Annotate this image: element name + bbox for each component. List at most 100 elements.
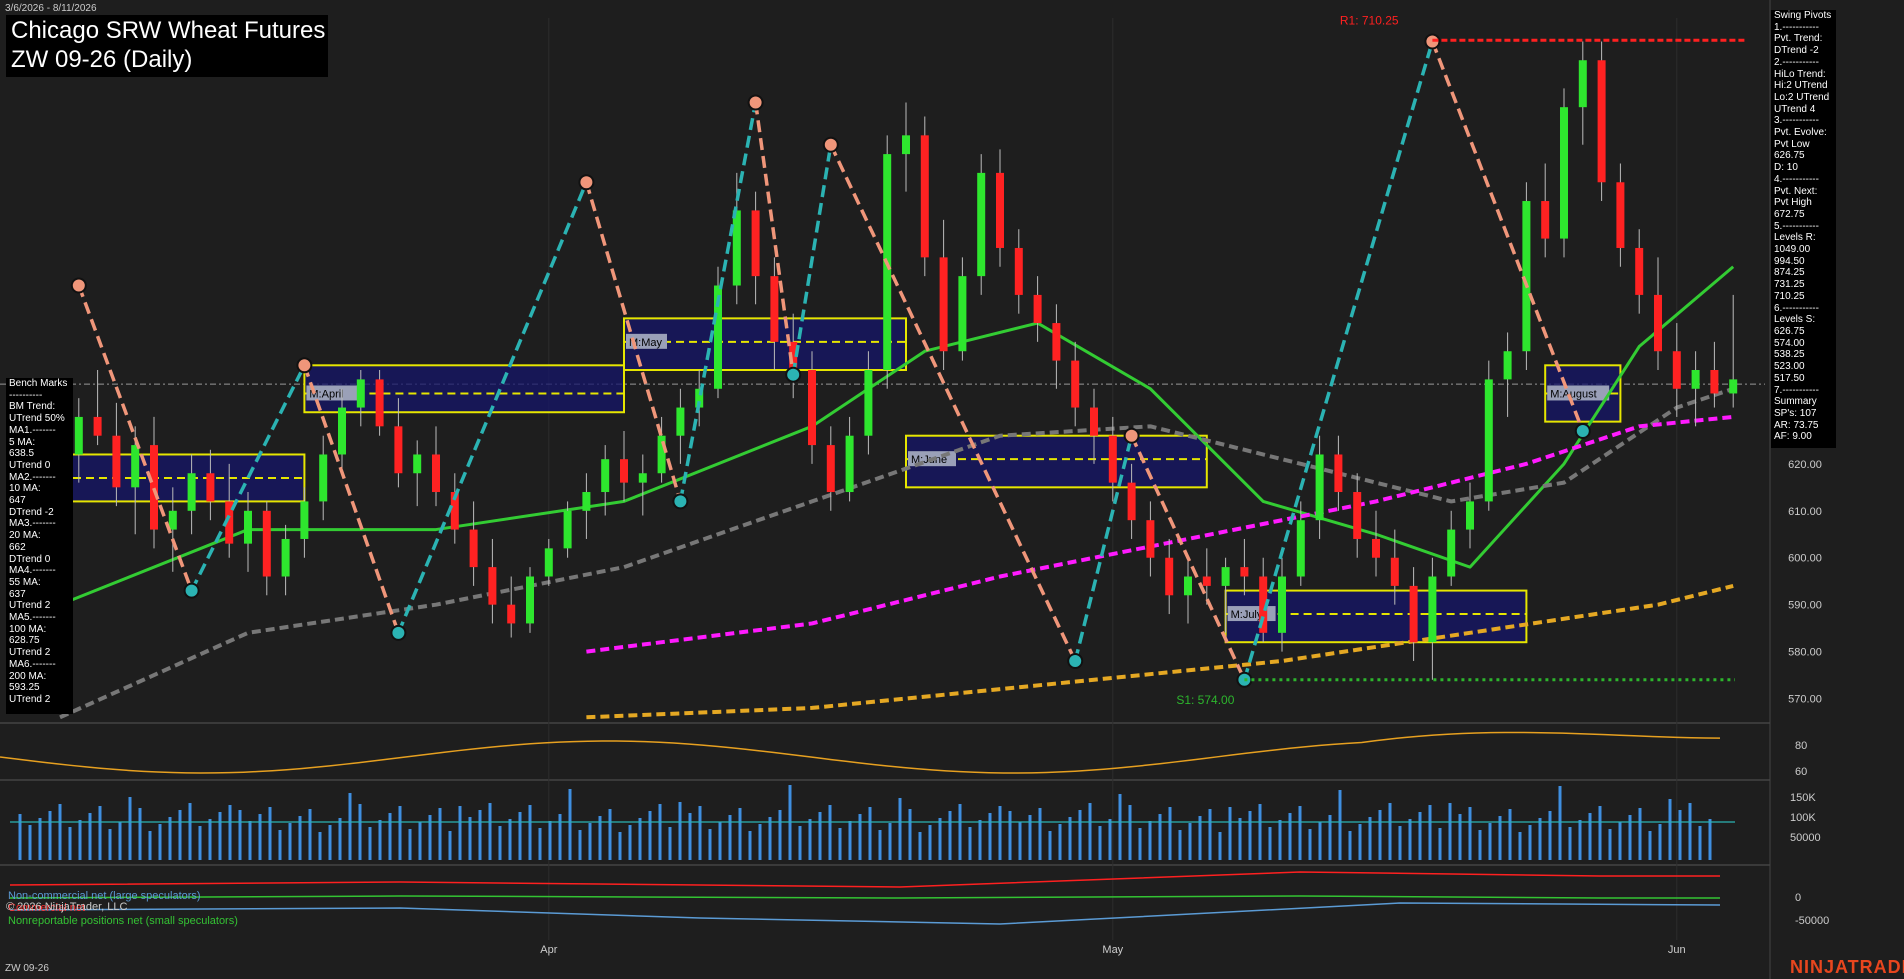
panel-line: 5.----------- <box>1774 220 1819 232</box>
candle-body <box>1466 501 1474 530</box>
candle-body <box>394 426 403 474</box>
panel-line: UTrend 4 <box>1774 103 1816 115</box>
osc-tick-label: 80 <box>1795 740 1807 752</box>
swing-high-marker <box>296 357 313 374</box>
swing-low-marker <box>672 493 689 510</box>
y-tick-label: 610.00 <box>1788 506 1822 518</box>
cot-commercial-line <box>9 871 1720 888</box>
candle-body <box>732 210 741 286</box>
panel-line: 731.25 <box>1774 279 1805 291</box>
panel-line: 1.----------- <box>1774 21 1819 33</box>
candle-body <box>770 276 779 342</box>
candle-body <box>1202 576 1211 586</box>
candle-body <box>150 445 158 530</box>
candle-body <box>582 492 591 511</box>
panel-line: Pvt. Trend: <box>1774 33 1823 45</box>
panel-line: 2.----------- <box>1774 56 1819 68</box>
candle-body <box>93 416 102 436</box>
y-tick-label: 570.00 <box>1788 694 1822 706</box>
candle-body <box>977 172 986 277</box>
panel-line: Pvt. Next: <box>1774 185 1818 197</box>
candle-body <box>1372 538 1380 558</box>
candle-body <box>1052 323 1061 361</box>
candle-body <box>526 576 534 624</box>
candle-body <box>958 276 967 352</box>
panel-line: MA2.------- <box>9 471 56 483</box>
candle-body <box>1184 576 1192 596</box>
panel-line: 662 <box>9 541 26 553</box>
candle-body <box>112 435 121 488</box>
x-tick-label: Jun <box>1668 944 1686 956</box>
volume-tick-label: 50000 <box>1790 832 1821 844</box>
cot-tick-label: -50000 <box>1795 915 1829 927</box>
monthly-box-label: M:July <box>1231 609 1263 621</box>
candle-body <box>1240 567 1249 577</box>
candle-body <box>620 459 628 483</box>
cot-noncommercial-line <box>9 902 1721 925</box>
x-tick-label: Apr <box>540 944 557 956</box>
candle-body <box>808 370 816 446</box>
panel-line: 874.25 <box>1774 267 1805 279</box>
panel-line: 593.25 <box>9 682 40 694</box>
moving-average-line <box>586 583 1734 720</box>
panel-line: 517.50 <box>1774 372 1805 384</box>
candle-body <box>996 172 1004 248</box>
panel-line: UTrend 2 <box>9 693 51 705</box>
candle-body <box>1033 294 1042 324</box>
price-chart[interactable]: AprMayJunJulAug710.00700.00690.00680.006… <box>0 0 1904 979</box>
panel-line: HiLo Trend: <box>1774 68 1826 80</box>
candle-body <box>864 370 873 436</box>
candle-body <box>1447 529 1456 577</box>
candle-body <box>488 567 497 605</box>
candle-body <box>281 538 290 577</box>
candle-body <box>1165 557 1174 596</box>
date-range: 3/6/2026 - 8/11/2026 <box>5 3 97 14</box>
candle-body <box>1146 520 1155 558</box>
panel-line: BM Trend: <box>9 401 56 413</box>
panel-line: SP's: 107 <box>1774 407 1817 419</box>
panel-line: Levels R: <box>1774 232 1816 244</box>
volume-tick-label: 100K <box>1790 812 1816 824</box>
candle-body <box>244 510 252 544</box>
panel-line: 4.----------- <box>1774 173 1819 185</box>
candle-body <box>1672 351 1681 389</box>
panel-line: MA4.------- <box>9 565 56 577</box>
panel-line: 200 MA: <box>9 670 47 682</box>
level-label: R1: 710.25 <box>1340 13 1399 27</box>
panel-line: UTrend 2 <box>9 647 51 659</box>
candle-body <box>1710 370 1719 394</box>
monthly-box-label: M:August <box>1550 388 1596 400</box>
chart-subtitle: ZW 09-26 (Daily) <box>11 46 193 73</box>
candle-body <box>187 473 196 511</box>
candle-body <box>1278 576 1286 633</box>
x-tick-label: May <box>1102 944 1123 956</box>
candle-body <box>751 210 760 277</box>
panel-line: Summary <box>1774 396 1817 408</box>
panel-line: 672.75 <box>1774 208 1805 220</box>
candle-body <box>638 473 647 483</box>
candle-body <box>1616 182 1625 248</box>
swing-low-marker <box>390 624 407 641</box>
swing-line <box>77 284 194 592</box>
candle-body <box>1484 379 1493 502</box>
candle-body <box>1353 492 1362 539</box>
panel-line: Pvt Low <box>1774 138 1810 150</box>
panel-line: 574.00 <box>1774 337 1805 349</box>
panel-line: UTrend 2 <box>9 600 51 612</box>
swing-line <box>678 102 758 502</box>
panel-line: Pvt. Evolve: <box>1774 127 1827 139</box>
oscillator-line <box>0 731 1721 774</box>
volume-tick-label: 150K <box>1790 792 1816 804</box>
candle-body <box>601 459 610 493</box>
swing-low-marker <box>183 582 200 599</box>
candle-body <box>1578 60 1587 108</box>
candle-body <box>1597 60 1606 183</box>
candle-body <box>1428 576 1437 643</box>
legend-nonreportable: Nonreportable positions net (small specu… <box>8 915 238 927</box>
candle-body <box>469 529 478 568</box>
panel-line: 626.75 <box>1774 150 1805 162</box>
panel-line: 6.----------- <box>1774 302 1819 314</box>
panel-line: DTrend 0 <box>9 553 51 565</box>
candle-body <box>74 416 83 455</box>
panel-line: 100 MA: <box>9 623 47 635</box>
